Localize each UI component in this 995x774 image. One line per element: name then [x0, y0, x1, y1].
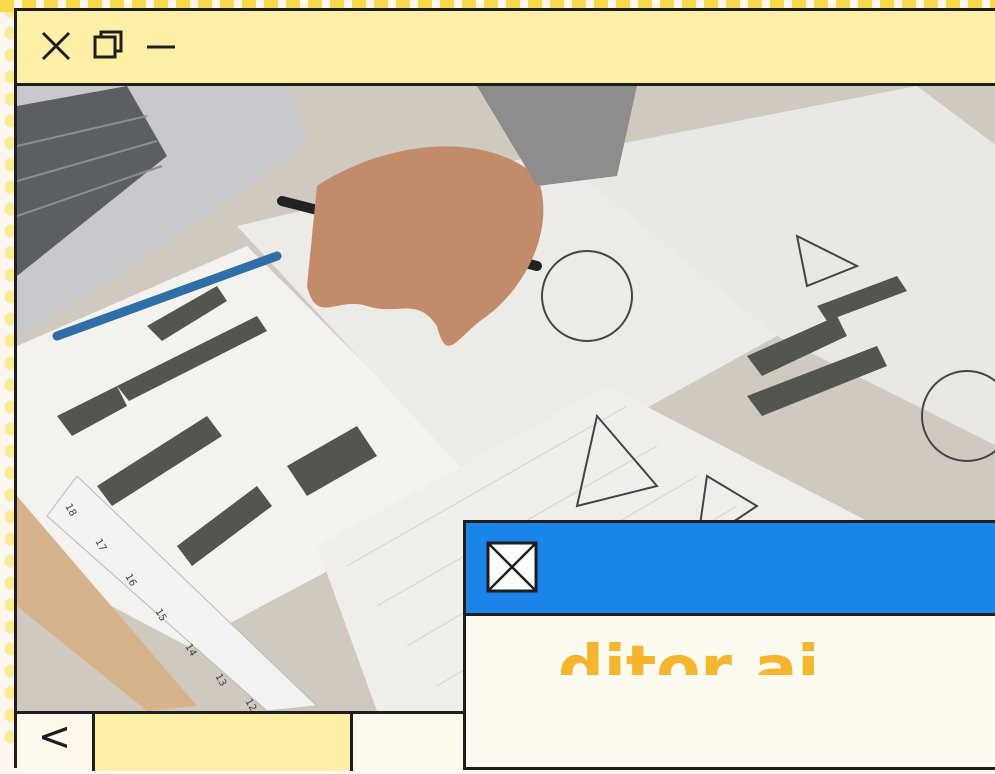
close-box-icon[interactable] — [486, 541, 538, 593]
minimize-icon[interactable] — [143, 29, 177, 63]
dialog-titlebar — [466, 523, 995, 616]
maximize-icon[interactable] — [91, 29, 125, 63]
dialog-window: ditor ai — [463, 520, 995, 770]
progress-segment — [95, 714, 353, 771]
dialog-heading: ditor ai — [558, 635, 820, 675]
close-icon[interactable] — [39, 29, 73, 63]
window-titlebar — [17, 11, 995, 86]
blank-segment — [353, 714, 473, 771]
back-button[interactable]: < — [17, 714, 95, 771]
